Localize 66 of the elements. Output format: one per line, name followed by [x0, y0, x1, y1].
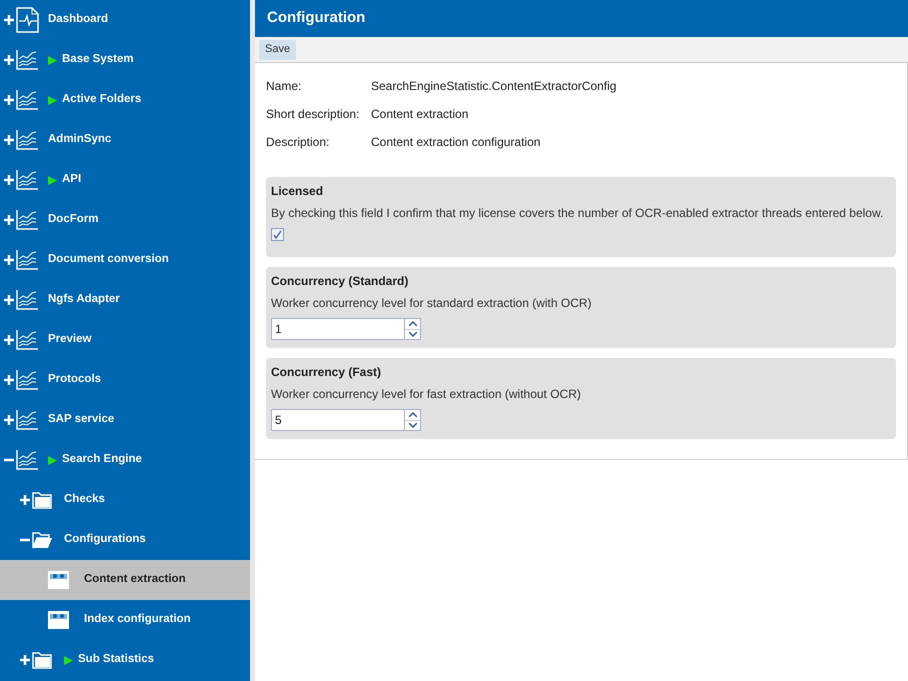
- field-title: Concurrency (Fast): [271, 364, 382, 381]
- field-title: Concurrency (Standard): [271, 273, 410, 290]
- expand-icon[interactable]: [4, 295, 14, 305]
- save-button[interactable]: Save: [259, 40, 296, 60]
- tree-item[interactable]: Index configuration: [0, 600, 250, 640]
- expand-icon[interactable]: [20, 655, 30, 665]
- line-chart-icon: [16, 330, 38, 350]
- up-arrow-icon[interactable]: [405, 319, 420, 330]
- property-label: Short description:: [266, 106, 360, 123]
- expand-icon[interactable]: [4, 255, 14, 265]
- line-chart-icon: [16, 170, 38, 190]
- tree-item[interactable]: Base System: [0, 40, 250, 80]
- line-chart-icon: [16, 250, 38, 270]
- tree-item[interactable]: Preview: [0, 320, 250, 360]
- field-description: By checking this field I confirm that my license covers the number of OCR-enabled extractor threads entered below.: [271, 205, 884, 222]
- number-input[interactable]: 1: [271, 318, 405, 340]
- line-chart-icon: [16, 50, 38, 70]
- panel-title: Configuration: [267, 8, 366, 28]
- folder-icon: [32, 651, 52, 669]
- tree-item[interactable]: Dashboard: [0, 0, 250, 40]
- checkbox[interactable]: [271, 228, 284, 241]
- expand-icon[interactable]: [20, 495, 30, 505]
- line-chart-icon: [16, 410, 38, 430]
- document-pulse-icon: [16, 7, 40, 33]
- expand-icon[interactable]: [4, 15, 14, 25]
- settings-window-icon: [48, 571, 69, 589]
- field-description: Worker concurrency level for standard extraction (with OCR): [271, 295, 593, 312]
- folder-icon: [32, 491, 52, 509]
- expand-icon[interactable]: [4, 175, 14, 185]
- tree-item[interactable]: Protocols: [0, 360, 250, 400]
- tree-item[interactable]: Content extraction: [0, 560, 250, 600]
- settings-window-icon: [48, 611, 69, 629]
- field-description: Worker concurrency level for fast extraction (without OCR): [271, 386, 582, 403]
- tree-item[interactable]: AdminSync: [0, 120, 250, 160]
- expand-icon[interactable]: [4, 335, 14, 345]
- tree-item[interactable]: Document conversion: [0, 240, 250, 280]
- tree-item[interactable]: API: [0, 160, 250, 200]
- line-chart-icon: [16, 370, 38, 390]
- expand-icon[interactable]: [4, 415, 14, 425]
- tree-item[interactable]: Search Engine: [0, 440, 250, 480]
- tree-item[interactable]: Sub Statistics: [0, 640, 250, 680]
- expand-icon[interactable]: [4, 95, 14, 105]
- tree-item[interactable]: Ngfs Adapter: [0, 280, 250, 320]
- line-chart-icon: [16, 130, 38, 150]
- expand-icon[interactable]: [4, 55, 14, 65]
- line-chart-icon: [16, 290, 38, 310]
- tree-item[interactable]: Active Folders: [0, 80, 250, 120]
- number-input[interactable]: 5: [271, 409, 405, 431]
- line-chart-icon: [16, 90, 38, 110]
- tree-item[interactable]: Configurations: [0, 520, 250, 560]
- field-title: Licensed: [271, 183, 324, 200]
- property-value: Content extraction: [371, 106, 468, 123]
- expand-icon[interactable]: [4, 215, 14, 225]
- tree-item[interactable]: Checks: [0, 480, 250, 520]
- tree-item[interactable]: DocForm: [0, 200, 250, 240]
- open-folder-icon: [32, 531, 52, 549]
- property-label: Name:: [266, 78, 302, 95]
- property-value: Content extraction configuration: [371, 134, 540, 151]
- expand-icon[interactable]: [4, 135, 14, 145]
- property-label: Description:: [266, 134, 330, 151]
- line-chart-icon: [16, 450, 38, 470]
- up-arrow-icon[interactable]: [405, 410, 420, 420]
- expand-icon[interactable]: [4, 375, 14, 385]
- line-chart-icon: [16, 210, 38, 230]
- property-value: SearchEngineStatistic.ContentExtractorConfig: [371, 78, 616, 95]
- tree-item[interactable]: SAP service: [0, 400, 250, 440]
